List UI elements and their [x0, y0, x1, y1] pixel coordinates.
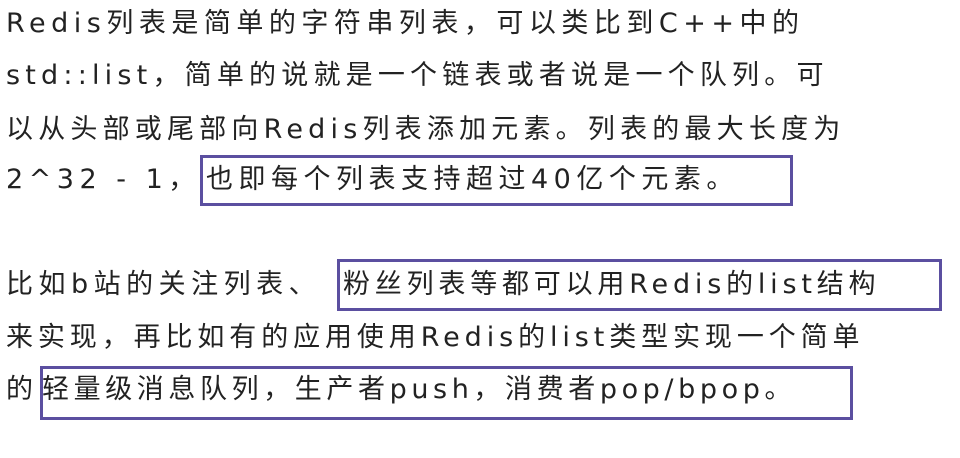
- paragraph1-line4-highlight-text: 也即每个列表支持超过40亿个元素。: [206, 164, 739, 195]
- paragraph1-line2: std::list，简单的说就是一个链表或者说是一个队列。可: [6, 60, 829, 91]
- paragraph1-line1: Redis列表是简单的字符串列表，可以类比到C++中的: [6, 8, 805, 39]
- paragraph2-line1-highlight-text: 粉丝列表等都可以用Redis的list结构: [343, 269, 881, 300]
- paragraph1-line4: 2^32 - 1， 也即每个列表支持超过40亿个元素。: [6, 160, 739, 200]
- paragraph2-line2: 来实现，再比如有的应用使用Redis的list类型实现一个简单: [6, 322, 865, 353]
- paragraph2-line3-highlight-text: 轻量级消息队列，生产者push，消费者pop/bpop。: [42, 374, 797, 405]
- paragraph2-line3: 的轻量级消息队列，生产者push，消费者pop/bpop。: [6, 370, 796, 410]
- document-page: Redis列表是简单的字符串列表，可以类比到C++中的 std::list，简单…: [0, 0, 960, 458]
- paragraph1-line4-prefix: 2^32 - 1，: [6, 164, 201, 195]
- paragraph2-line3-prefix: 的: [6, 374, 39, 405]
- paragraph2-line1: 比如b站的关注列表、 粉丝列表等都可以用Redis的list结构: [6, 265, 880, 305]
- paragraph1-line3: 以从头部或尾部向Redis列表添加元素。列表的最大长度为: [6, 114, 846, 145]
- paragraph2-line1-prefix: 比如b站的关注列表、: [6, 269, 322, 300]
